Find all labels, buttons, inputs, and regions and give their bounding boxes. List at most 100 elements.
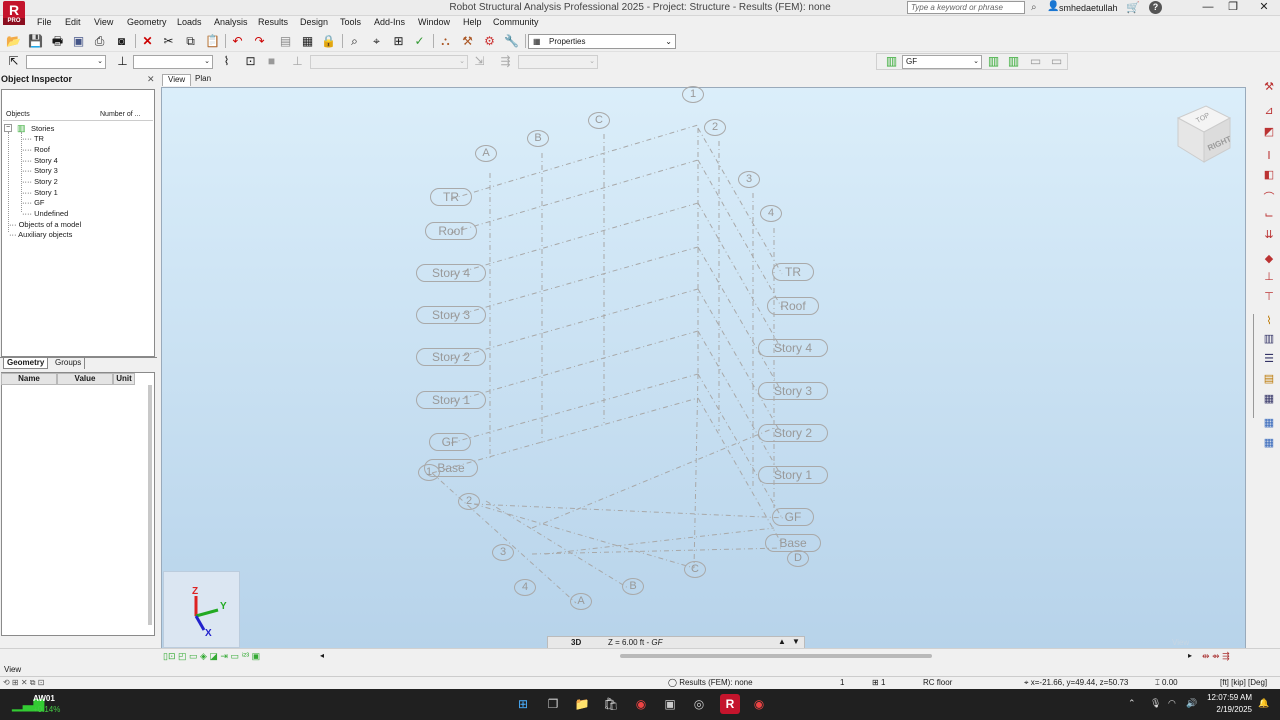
properties-combo[interactable]: ▦ Properties ⌄ <box>528 34 676 49</box>
status-tool-icons[interactable]: ⟲ ⊞ ✕ ⧉ ⊡ <box>3 678 44 688</box>
spreadsheet2-icon[interactable]: ▦ <box>1262 436 1276 449</box>
panels-icon[interactable]: ◆ <box>1262 252 1276 265</box>
cart-icon[interactable]: 🛒 <box>1126 1 1140 14</box>
chrome2-icon[interactable]: ◉ <box>749 694 769 714</box>
calc-icon[interactable]: ▦ <box>299 33 316 49</box>
close-button[interactable]: ✕ <box>1252 0 1276 15</box>
volume-icon[interactable]: 🔊 <box>1186 698 1197 709</box>
sections-icon[interactable]: Ⅰ <box>1262 149 1276 162</box>
undo-icon[interactable]: ↶ <box>229 33 246 49</box>
cables-icon[interactable]: ⊥ <box>1262 270 1276 283</box>
tree-story[interactable]: ···· Story 3 <box>22 166 58 175</box>
menu-loads[interactable]: Loads <box>177 17 202 27</box>
load-icon[interactable]: ⇲ <box>471 53 488 69</box>
list-icon[interactable]: ☰ <box>1262 352 1276 365</box>
line-icon[interactable]: ⌇ <box>218 53 235 69</box>
cut-icon[interactable]: ✂ <box>160 33 177 49</box>
3d-viewport[interactable]: A B C 1 2 3 4 TR Roof Story 4 Story 3 St… <box>161 86 1246 649</box>
prop-header-value[interactable]: Value <box>57 373 113 385</box>
menu-results[interactable]: Results <box>258 17 288 27</box>
copy-icon[interactable]: ⧉ <box>182 33 199 49</box>
panel-icon[interactable]: ■ <box>263 53 280 69</box>
nodes-icon[interactable]: ⚒ <box>1262 80 1276 93</box>
obs-icon[interactable]: ◎ <box>689 694 709 714</box>
store-icon[interactable]: 🛍 <box>601 694 621 714</box>
cursor-icon[interactable]: ⇱ <box>5 53 22 69</box>
print-icon[interactable]: 🖶 <box>49 33 66 49</box>
restore-button[interactable]: ❐ <box>1221 0 1245 15</box>
redo-icon[interactable]: ↷ <box>251 33 268 49</box>
design-table-icon[interactable]: ▥ <box>1262 332 1276 345</box>
close-icon[interactable]: ✕ <box>147 74 155 85</box>
combination-icon[interactable]: ⇶ <box>497 53 514 69</box>
bars-icon[interactable]: ⊿ <box>1262 104 1276 117</box>
mic-icon[interactable]: 🎙 <box>1150 698 1161 709</box>
tree-story[interactable]: ···· TR <box>22 134 44 143</box>
offsets-icon[interactable]: ⌙ <box>1262 208 1276 221</box>
reports-icon[interactable]: ▤ <box>1262 372 1276 385</box>
lock-icon[interactable]: 🔒 <box>320 33 337 49</box>
menu-design[interactable]: Design <box>300 17 328 27</box>
tree-story[interactable]: ···· Story 4 <box>22 156 58 165</box>
clock-time[interactable]: 12:07:59 AM <box>1205 693 1252 702</box>
tab-plan[interactable]: Plan <box>190 74 216 86</box>
explorer-icon[interactable]: 📁 <box>572 694 592 714</box>
support-icon[interactable]: ⊥ <box>289 53 306 69</box>
select-icon[interactable]: ✓ <box>411 33 428 49</box>
tables-icon[interactable]: ▦ <box>1262 392 1276 405</box>
spreadsheet-icon[interactable]: ▦ <box>1262 416 1276 429</box>
beams-icon[interactable]: ⊤ <box>1262 290 1276 303</box>
zoom-window-icon[interactable]: ⌕ <box>346 33 363 49</box>
paste-icon[interactable]: 📋 <box>204 33 221 49</box>
scroll-left-icon[interactable]: ◂ <box>320 651 324 660</box>
pin-icon[interactable]: ⊥ <box>114 53 131 69</box>
scrollbar[interactable] <box>148 385 152 625</box>
tab-groups[interactable]: Groups <box>52 358 86 369</box>
menu-geometry[interactable]: Geometry <box>127 17 167 27</box>
frame-icon[interactable]: ⊡ <box>242 53 259 69</box>
scroll-right-icon[interactable]: ▸ <box>1188 651 1192 660</box>
menu-community[interactable]: Community <box>493 17 539 27</box>
tray-chevron-icon[interactable]: ⌃ <box>1128 698 1136 709</box>
menu-edit[interactable]: Edit <box>65 17 81 27</box>
menu-analysis[interactable]: Analysis <box>214 17 248 27</box>
menu-file[interactable]: File <box>37 17 52 27</box>
case-combo[interactable]: ⌄ <box>518 55 598 69</box>
section-status[interactable]: RC floor <box>923 678 952 687</box>
minimize-button[interactable]: — <box>1196 0 1220 15</box>
tree-objects-of-model[interactable]: ··· Objects of a model <box>9 220 81 229</box>
start-icon[interactable]: ⊞ <box>513 694 533 714</box>
user-name[interactable]: smhedaetullah <box>1059 3 1118 13</box>
section-combo[interactable]: ⌄ <box>26 55 106 69</box>
supports-icon[interactable]: ◩ <box>1262 125 1276 138</box>
view-tools-icons[interactable]: ▯⊡ ◰ ▭ ◈ ◪ ⇥ ▭ ⁱ²³ ▣ <box>163 651 260 662</box>
view-mode[interactable]: 3D <box>571 638 581 647</box>
col-number[interactable]: Number of ... <box>100 111 140 118</box>
story-down-icon[interactable]: ▭ <box>1048 53 1065 69</box>
save-icon[interactable]: 💾 <box>27 33 44 49</box>
prop-header-unit[interactable]: Unit <box>113 373 135 385</box>
col-objects[interactable]: Objects <box>6 111 30 118</box>
view-extra-icons[interactable]: ⇹ ⇴ ⇶ <box>1202 651 1230 662</box>
tree-auxiliary-objects[interactable]: ··· Auxiliary objects <box>9 230 72 239</box>
task-view-icon[interactable]: ❐ <box>543 694 563 714</box>
level-up-icon[interactable]: ▲ <box>778 637 786 646</box>
capture-icon[interactable]: ◙ <box>113 33 130 49</box>
story-icon[interactable]: ▥ <box>883 53 900 69</box>
tree-story[interactable]: ···· Story 1 <box>22 188 58 197</box>
prop-header-name[interactable]: Name <box>1 373 57 385</box>
load-case-combo[interactable]: ⌄ <box>310 55 468 69</box>
help-icon[interactable]: ? <box>1149 1 1162 14</box>
analysis-icon[interactable]: ⚒ <box>459 33 476 49</box>
table-icon[interactable]: ▤ <box>277 33 294 49</box>
display-icon[interactable]: ⊞ <box>390 33 407 49</box>
chrome-icon[interactable]: ◉ <box>631 694 651 714</box>
menu-window[interactable]: Window <box>418 17 450 27</box>
clock-date[interactable]: 2/19/2025 <box>1205 705 1252 714</box>
menu-help[interactable]: Help <box>463 17 482 27</box>
print-preview-icon[interactable]: ⎙ <box>91 33 108 49</box>
tree-story[interactable]: ···· Roof <box>22 145 50 154</box>
structure-icon[interactable]: ⛬ <box>437 33 454 49</box>
delete-icon[interactable]: ✕ <box>139 33 156 49</box>
design-icon[interactable]: 🔧 <box>503 33 520 49</box>
